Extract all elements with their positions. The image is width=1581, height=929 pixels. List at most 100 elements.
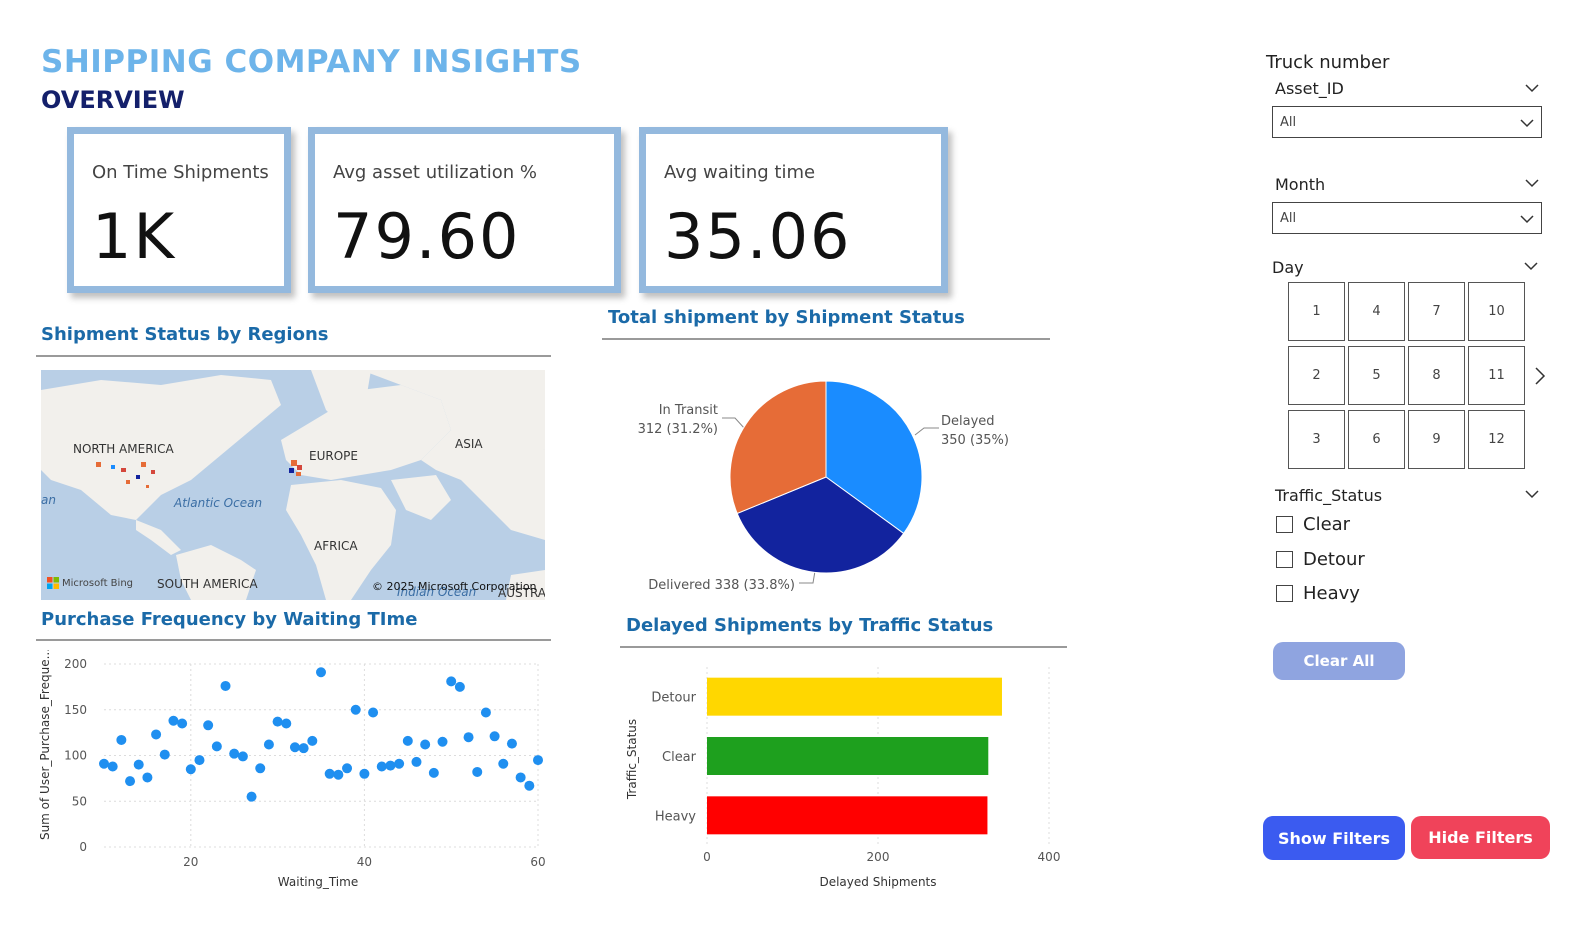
scatter-point <box>255 763 266 774</box>
day-tile[interactable]: 2 <box>1288 346 1345 405</box>
dashboard-title: SHIPPING COMPANY INSIGHTS <box>41 44 582 80</box>
scatter-point <box>385 760 396 771</box>
kpi-value: 35.06 <box>664 200 852 273</box>
scatter-x-tick: 40 <box>357 855 372 869</box>
checkbox[interactable] <box>1276 551 1293 568</box>
bar-category-label: Heavy <box>655 809 696 824</box>
traffic-option-heavy[interactable]: Heavy <box>1276 583 1360 604</box>
day-tile[interactable]: 7 <box>1408 282 1465 341</box>
dashboard-subtitle: OVERVIEW <box>41 86 185 114</box>
map-label-europe: EUROPE <box>309 449 358 463</box>
scatter-point <box>220 680 231 691</box>
bar-section-title: Delayed Shipments by Traffic Status <box>626 615 994 636</box>
bar-y-axis-label: Traffic_Status <box>625 719 639 800</box>
scatter-point <box>99 758 109 769</box>
asset-id-label: Asset_ID <box>1275 79 1344 98</box>
month-label: Month <box>1275 175 1326 194</box>
section-divider <box>620 646 1067 648</box>
traffic-option-detour[interactable]: Detour <box>1276 549 1365 570</box>
scatter-point <box>368 707 379 718</box>
microsoft-logo-icon <box>47 577 59 589</box>
kpi-card-waiting-time: Avg waiting time 35.06 <box>639 127 948 293</box>
checkbox[interactable] <box>1276 585 1293 602</box>
pie-leader-delayed <box>914 427 939 436</box>
clear-all-button[interactable]: Clear All <box>1273 642 1405 680</box>
bar-category-label: Clear <box>662 750 697 765</box>
scatter-point <box>446 676 457 687</box>
scatter-point <box>472 766 483 777</box>
traffic-option-clear[interactable]: Clear <box>1276 514 1350 535</box>
kpi-card-asset-utilization: Avg asset utilization % 79.60 <box>308 127 621 293</box>
day-tile[interactable]: 9 <box>1408 410 1465 469</box>
section-divider <box>36 639 551 641</box>
map-copyright: © 2025 Microsoft Corporation <box>372 580 537 593</box>
scatter-y-tick: 200 <box>64 657 87 671</box>
scatter-chart[interactable]: Sum of User_Purchase_Freque... Waiting_T… <box>36 650 551 900</box>
chevron-down-icon[interactable] <box>1524 82 1540 94</box>
day-tile[interactable]: 5 <box>1348 346 1405 405</box>
scatter-point <box>333 769 344 780</box>
day-tile[interactable]: 12 <box>1468 410 1525 469</box>
chevron-down-icon[interactable] <box>1524 488 1540 500</box>
truck-number-title: Truck number <box>1266 52 1390 73</box>
scatter-point <box>402 735 413 746</box>
chevron-right-icon[interactable] <box>1533 366 1547 386</box>
traffic-option-label: Detour <box>1303 549 1365 570</box>
kpi-card-on-time: On Time Shipments 1K <box>67 127 291 293</box>
day-tile[interactable]: 11 <box>1468 346 1525 405</box>
chevron-down-icon[interactable] <box>1524 177 1540 189</box>
scatter-point <box>411 756 422 767</box>
pie-label-in-transit-name: In Transit <box>659 403 718 418</box>
day-tile[interactable]: 8 <box>1408 346 1465 405</box>
day-tile[interactable]: 3 <box>1288 410 1345 469</box>
scatter-point <box>307 735 318 746</box>
scatter-y-tick: 150 <box>64 703 87 717</box>
asset-id-dropdown[interactable]: All <box>1272 106 1542 138</box>
scatter-point <box>272 716 283 727</box>
month-dropdown[interactable]: All <box>1272 202 1542 234</box>
scatter-point <box>116 734 127 745</box>
asset-id-selected: All <box>1280 115 1297 130</box>
scatter-point <box>350 704 361 715</box>
scatter-point <box>211 741 222 752</box>
bar-x-tick: 0 <box>703 850 711 864</box>
scatter-y-tick: 0 <box>79 840 87 854</box>
scatter-y-tick: 50 <box>72 794 87 808</box>
scatter-point <box>498 758 509 769</box>
bar-chart[interactable]: Traffic_Status Delayed Shipments 0 200 400… <box>620 655 1070 900</box>
scatter-y-axis-label: Sum of User_Purchase_Freque... <box>38 650 52 840</box>
scatter-point <box>515 772 526 783</box>
scatter-point <box>428 767 439 778</box>
pie-leader-in-transit <box>722 417 746 430</box>
bar-x-axis-label: Delayed Shipments <box>819 875 936 889</box>
map-label-asia: ASIA <box>455 437 483 451</box>
day-tile[interactable]: 4 <box>1348 282 1405 341</box>
chevron-down-icon[interactable] <box>1523 260 1539 272</box>
scatter-point <box>454 681 465 692</box>
map-label-south-america: SOUTH AMERICA <box>157 577 258 591</box>
day-tile[interactable]: 6 <box>1348 410 1405 469</box>
map-label-africa: AFRICA <box>314 539 358 553</box>
day-tile[interactable]: 1 <box>1288 282 1345 341</box>
pie-chart[interactable]: Delayed 350 (35%) In Transit 312 (31.2%)… <box>602 350 1050 600</box>
scatter-point <box>324 768 335 779</box>
section-divider <box>602 338 1050 340</box>
hide-filters-button[interactable]: Hide Filters <box>1411 816 1550 859</box>
show-filters-button[interactable]: Show Filters <box>1263 816 1405 860</box>
scatter-point <box>263 739 274 750</box>
chevron-down-icon <box>1520 119 1534 128</box>
scatter-point <box>289 742 300 753</box>
scatter-point <box>524 780 535 791</box>
pie-label-delayed-value: 350 (35%) <box>941 433 1009 448</box>
checkbox[interactable] <box>1276 516 1293 533</box>
chevron-down-icon <box>1520 215 1534 224</box>
scatter-point <box>194 755 205 766</box>
shipment-map[interactable]: NORTH AMERICA EUROPE ASIA AFRICA SOUTH A… <box>41 370 545 600</box>
kpi-value: 1K <box>92 200 177 273</box>
day-tile[interactable]: 10 <box>1468 282 1525 341</box>
scatter-x-tick: 20 <box>183 855 198 869</box>
map-section-title: Shipment Status by Regions <box>41 324 329 345</box>
scatter-point <box>298 743 309 754</box>
scatter-point <box>142 772 153 783</box>
pie-leader-delivered <box>799 570 816 584</box>
